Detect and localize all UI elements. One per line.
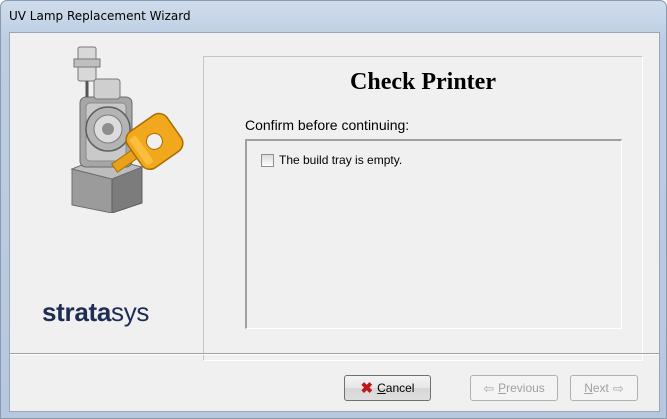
build-tray-empty-checkbox[interactable] xyxy=(261,154,274,167)
arrow-left-icon: ⇦ xyxy=(483,380,495,396)
cancel-label: Cancel xyxy=(377,381,415,395)
checklist-box: The build tray is empty. xyxy=(245,139,622,329)
next-label: Next xyxy=(584,381,609,395)
previous-button[interactable]: ⇦ Previous xyxy=(470,375,558,401)
arrow-right-icon: ⇨ xyxy=(612,380,624,396)
cancel-button[interactable]: ✖ Cancel xyxy=(344,375,431,401)
wizard-window: UV Lamp Replacement Wizard stratasys Che… xyxy=(0,0,667,419)
previous-label: Previous xyxy=(498,381,545,395)
checklist-item-label[interactable]: The build tray is empty. xyxy=(279,153,402,167)
page-title: Check Printer xyxy=(350,69,496,95)
uv-lamp-key-illustration xyxy=(70,46,184,213)
step-content-panel: Check Printer Confirm before continuing:… xyxy=(203,56,643,361)
stratasys-logo: stratasys xyxy=(42,297,150,327)
title-bar[interactable]: UV Lamp Replacement Wizard xyxy=(1,1,666,31)
instruction-text: Confirm before continuing: xyxy=(245,117,410,133)
red-x-icon: ✖ xyxy=(360,379,374,397)
next-button[interactable]: Next ⇨ xyxy=(570,375,638,401)
side-panel: stratasys xyxy=(10,33,203,351)
button-separator xyxy=(10,353,659,355)
wizard-client-area: stratasys Check Printer Confirm before c… xyxy=(9,32,660,412)
window-title: UV Lamp Replacement Wizard xyxy=(9,9,191,23)
